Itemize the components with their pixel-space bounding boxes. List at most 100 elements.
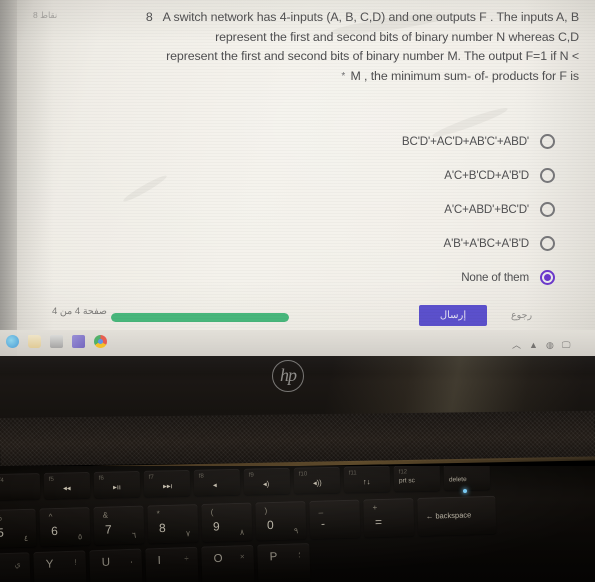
- question-line-4: * M , the minimum sum- of- products for …: [17, 67, 579, 87]
- key-shift-label: (: [210, 507, 214, 517]
- question-line-1: 8 A switch network has 4-inputs (A, B, C…: [17, 8, 579, 28]
- key-arabic-label: ٧: [185, 529, 191, 539]
- key-t[interactable]: Tي: [0, 552, 31, 582]
- option-label-3: A'C+ABD'+BC'D': [444, 202, 529, 216]
- key-minus[interactable]: _ -: [309, 499, 361, 539]
- key-glyph: ◂: [212, 480, 217, 490]
- required-asterisk: *: [341, 70, 346, 82]
- key-label: ← backspace: [425, 510, 472, 521]
- question-block: 8 A switch network has 4-inputs (A, B, C…: [17, 8, 587, 86]
- hp-logo: hp: [272, 360, 304, 392]
- chrome-icon[interactable]: [94, 334, 107, 348]
- option-radio-1[interactable]: [540, 133, 555, 149]
- question-text-4: M , the minimum sum- of- products for F …: [350, 68, 579, 83]
- key-f10[interactable]: f10 ◂)): [293, 466, 341, 494]
- progress-bar: [111, 313, 289, 322]
- key-label: =: [374, 514, 383, 530]
- option-radio-3[interactable]: [540, 201, 555, 217]
- key-glyph: ◂)): [312, 478, 322, 488]
- key-shift-label: &: [102, 510, 109, 520]
- key-label: f8: [198, 473, 204, 480]
- submit-button[interactable]: إرسال: [419, 305, 487, 326]
- key-arabic-label: ×: [239, 552, 245, 562]
- key-shift-label: _: [318, 504, 324, 514]
- key-label: Y: [45, 558, 54, 571]
- key-arabic-label: ÷: [184, 554, 189, 564]
- key-0[interactable]: ) 0 ٩: [255, 501, 307, 541]
- headphones-icon[interactable]: ◍: [546, 340, 554, 350]
- key-p[interactable]: P ؛: [257, 543, 311, 582]
- option-row-1[interactable]: BC'D'+AC'D+AB'C'+ABD': [225, 124, 555, 158]
- key-shift-label: *: [156, 509, 160, 519]
- key-glyph: ↑↓: [362, 477, 371, 487]
- option-label-4: A'B'+A'BC+A'B'D: [443, 236, 529, 250]
- key-shift-label: ): [264, 506, 268, 516]
- key-f12-prtsc[interactable]: f12 prt sc: [393, 466, 441, 492]
- app-icon[interactable]: [72, 334, 85, 348]
- key-label: f12: [398, 469, 408, 476]
- key-label: f6: [98, 475, 104, 482]
- key-label: 9: [212, 519, 220, 534]
- page-indicator: صفحة 4 من 4: [52, 306, 107, 317]
- system-tray: ︿ ▲ ◍ 🖵: [512, 336, 570, 354]
- answer-options-list: BC'D'+AC'D+AB'C'+ABD' A'C+B'CD+A'B'D A'C…: [225, 124, 555, 294]
- key-o[interactable]: O ×: [201, 544, 255, 582]
- key-arabic-label: ٨: [239, 527, 245, 537]
- option-row-4[interactable]: A'B'+A'BC+A'B'D: [225, 226, 555, 260]
- store-icon[interactable]: [50, 334, 63, 348]
- key-5[interactable]: % 5 ٤: [0, 508, 37, 548]
- chevron-up-icon[interactable]: ︿: [512, 340, 521, 350]
- option-radio-2[interactable]: [540, 167, 555, 183]
- key-delete[interactable]: delete: [443, 466, 491, 491]
- display-icon[interactable]: 🖵: [562, 340, 571, 350]
- key-i[interactable]: I ÷: [145, 546, 199, 582]
- key-f5[interactable]: f5 ◂◂: [43, 471, 91, 499]
- option-radio-5-selected[interactable]: [540, 269, 555, 285]
- screen-bezel-left: [0, 0, 17, 358]
- number-key-row: %5٤ ^6٥ & 7 ٦ *8٧ (9 ٨ )0٩ _- += ← backspac…: [0, 495, 497, 548]
- key-label: f7: [148, 474, 154, 481]
- letter-key-row: Tي Y! U، I÷ O× P؛: [0, 543, 311, 582]
- key-glyph: prt sc: [398, 477, 415, 485]
- keyboard-led-indicator: [463, 489, 467, 493]
- key-arabic-label: ؛: [297, 550, 301, 560]
- key-arabic-label: ي: [14, 559, 21, 569]
- key-label: f9: [248, 472, 254, 479]
- key-f9[interactable]: f9 ◂): [243, 467, 291, 495]
- key-equals[interactable]: + =: [363, 498, 415, 538]
- key-8[interactable]: * 8 ٧: [147, 504, 199, 544]
- key-6[interactable]: ^ 6 ٥: [39, 507, 91, 547]
- key-f6[interactable]: f6 ▸ıı: [93, 470, 141, 498]
- key-arabic-label: ٩: [293, 526, 299, 536]
- key-y[interactable]: Y!: [33, 550, 87, 582]
- key-u[interactable]: U ،: [89, 548, 143, 582]
- back-link[interactable]: رجوع: [511, 310, 532, 321]
- option-row-5[interactable]: None of them: [225, 260, 555, 294]
- laptop-screen: نقاط 8 8 A switch network has 4-inputs (…: [0, 0, 595, 358]
- key-label: f5: [48, 476, 54, 483]
- triangle-icon[interactable]: ▲: [529, 340, 538, 350]
- edge-icon[interactable]: [6, 334, 19, 348]
- option-row-3[interactable]: A'C+ABD'+BC'D': [225, 192, 555, 226]
- option-label-5: None of them: [461, 270, 529, 284]
- option-radio-4[interactable]: [540, 235, 555, 251]
- option-label-2: A'C+B'CD+A'B'D: [444, 168, 529, 182]
- key-glyph: ◂): [262, 479, 270, 489]
- key-label: delete: [448, 476, 467, 484]
- key-7[interactable]: & 7 ٦: [93, 505, 145, 545]
- key-f4[interactable]: f4: [0, 473, 41, 500]
- key-f8[interactable]: f8 ◂: [193, 468, 241, 496]
- key-label: f4: [0, 477, 4, 484]
- folder-icon[interactable]: [28, 334, 41, 348]
- key-label: f11: [348, 470, 357, 477]
- option-row-2[interactable]: A'C+B'CD+A'B'D: [225, 158, 555, 192]
- key-arabic-label: ٥: [77, 532, 83, 542]
- key-f7[interactable]: f7 ▸▸ı: [143, 469, 191, 497]
- key-f11[interactable]: f11 ↑↓: [343, 466, 391, 493]
- key-arabic-label: ٦: [131, 530, 137, 540]
- key-label: 7: [104, 522, 112, 537]
- key-backspace[interactable]: ← backspace: [417, 495, 497, 536]
- question-line-3: represent the first and second bits of b…: [166, 49, 579, 63]
- option-label-1: BC'D'+AC'D+AB'C'+ABD': [401, 134, 529, 148]
- key-9[interactable]: (9 ٨: [201, 502, 253, 542]
